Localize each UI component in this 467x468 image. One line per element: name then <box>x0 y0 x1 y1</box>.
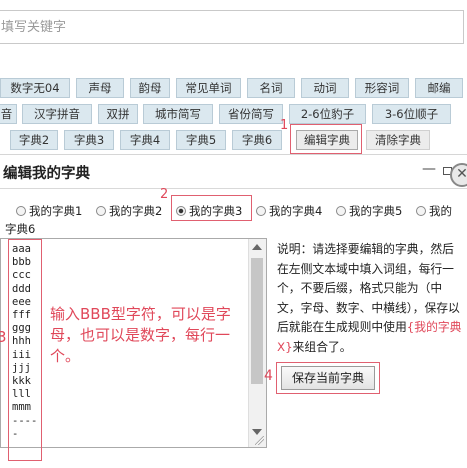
search-box[interactable] <box>0 10 464 44</box>
textarea-line: kkk <box>12 375 31 388</box>
step-number-1: 1 <box>280 118 289 133</box>
scroll-down-arrow-icon[interactable] <box>252 429 262 435</box>
radio-circle-icon[interactable] <box>416 206 426 216</box>
tag-button[interactable]: 字典3 <box>64 130 114 150</box>
textarea-line: lll <box>12 388 31 401</box>
textarea-line: iii <box>12 348 31 361</box>
radio-circle-icon[interactable] <box>256 206 266 216</box>
radio-circle-icon[interactable] <box>16 206 26 216</box>
radio-label: 我的 <box>429 204 452 218</box>
textarea-line: ggg <box>12 322 31 335</box>
dialog-titlebar: 编辑我的字典 — ✕ <box>0 155 467 189</box>
close-icon[interactable]: ✕ <box>450 163 467 187</box>
radio-circle-icon[interactable] <box>96 206 106 216</box>
dialog-title: 编辑我的字典 <box>3 166 90 182</box>
search-input[interactable] <box>0 11 463 43</box>
textarea-line: hhh <box>12 335 31 348</box>
radio-dict-6-label-wrap: 字典6 <box>5 222 36 236</box>
textarea-line: eee <box>12 295 31 308</box>
textarea-line: ----- <box>12 414 38 440</box>
radio-dict-4[interactable]: 我的字典4 <box>256 203 322 219</box>
minimize-icon[interactable]: — <box>422 161 436 177</box>
annotation-hint: 输入BBB型字符，可以是字母，也可以是数字，每行一个。 <box>50 305 231 365</box>
scrollbar-thumb[interactable] <box>251 258 263 384</box>
textarea-line: ccc <box>12 269 31 282</box>
tag-button[interactable]: 城市简写 <box>143 104 213 124</box>
textarea-line: fff <box>12 309 31 322</box>
step-number-4: 4 <box>264 368 273 384</box>
textarea-line: ddd <box>12 282 31 295</box>
radio-label: 我的字典2 <box>109 204 163 218</box>
radio-dict-2[interactable]: 我的字典2 <box>96 203 162 219</box>
tag-button[interactable]: 汉字拼音 <box>22 104 92 124</box>
radio-circle-icon[interactable] <box>336 206 346 216</box>
radio-label: 我的字典3 <box>189 204 243 218</box>
instructions-text: 说明：请选择要编辑的字典，然后在左侧文本域中填入词组，每行一个，不要后缀，格式只… <box>277 240 463 357</box>
tag-button[interactable]: 常见单词 <box>176 78 241 98</box>
resize-grip-icon[interactable] <box>255 436 264 445</box>
tag-button[interactable]: 动词 <box>301 78 349 98</box>
textarea-line: jjj <box>12 361 31 374</box>
radio-selected-icon[interactable] <box>176 206 186 216</box>
radio-dict-1[interactable]: 我的字典1 <box>16 203 82 219</box>
tag-button[interactable]: 字典5 <box>176 130 226 150</box>
titlebar-divider <box>0 188 467 189</box>
tag-button[interactable]: 字典4 <box>120 130 170 150</box>
textarea-line: mmm <box>12 401 31 414</box>
radio-dict-6[interactable]: 我的 <box>416 203 452 219</box>
instructions-tail: 来组合了。 <box>292 339 352 354</box>
tag-button[interactable]: 双拼 <box>98 104 138 124</box>
step-number-3: 3 <box>0 328 7 346</box>
tag-button[interactable]: 音 <box>0 104 17 124</box>
textarea-line: bbb <box>12 256 31 269</box>
textarea-content: aaa bbb ccc ddd eee fff ggg hhh iii jjj … <box>12 243 42 441</box>
tag-button[interactable]: 字典2 <box>10 130 58 150</box>
radio-dict-3[interactable]: 我的字典3 <box>176 203 242 219</box>
tag-button[interactable]: 邮编 <box>415 78 463 98</box>
scroll-up-arrow-icon[interactable] <box>252 244 262 250</box>
tag-button[interactable]: 韵母 <box>130 78 170 98</box>
tag-button[interactable]: 2-6位豹子 <box>289 104 366 124</box>
tag-button[interactable]: 字典6 <box>232 130 282 150</box>
radio-label: 我的字典4 <box>269 204 323 218</box>
step-number-2: 2 <box>160 187 169 202</box>
radio-label: 我的字典5 <box>349 204 403 218</box>
edit-dict-button[interactable]: 编辑字典 <box>296 130 358 150</box>
tag-button[interactable]: 声母 <box>76 78 124 98</box>
save-dict-button[interactable]: 保存当前字典 <box>281 366 375 390</box>
textarea-line: aaa <box>12 243 31 255</box>
clear-dict-button[interactable]: 清除字典 <box>366 130 430 150</box>
tag-button[interactable]: 名词 <box>247 78 295 98</box>
tag-button[interactable]: 3-6位顺子 <box>372 104 451 124</box>
tag-button[interactable]: 省份简写 <box>219 104 283 124</box>
tag-button[interactable]: 数字无04 <box>0 78 70 98</box>
radio-dict-5[interactable]: 我的字典5 <box>336 203 402 219</box>
tag-button[interactable]: 形容词 <box>355 78 409 98</box>
radio-label: 我的字典1 <box>29 204 83 218</box>
